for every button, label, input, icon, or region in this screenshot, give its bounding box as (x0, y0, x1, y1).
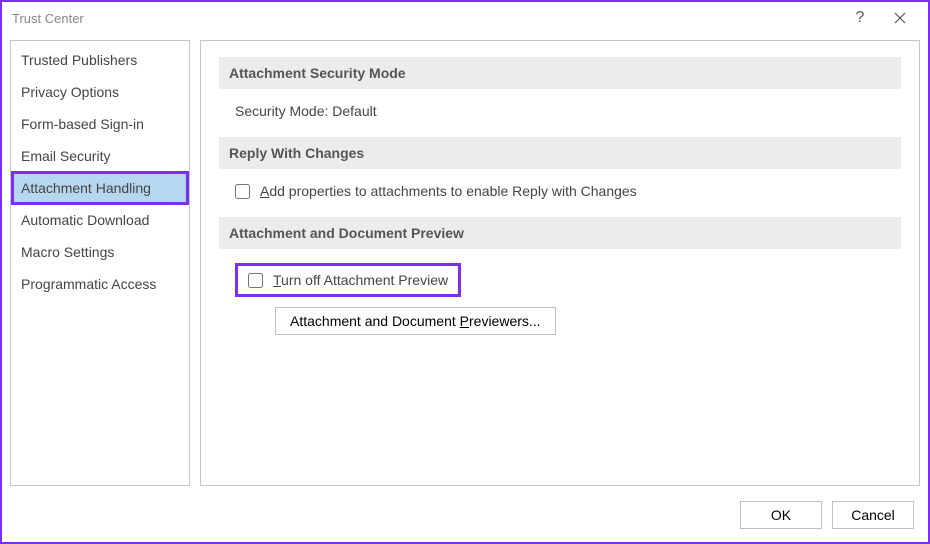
checkbox-add-properties-label: Add properties to attachments to enable … (260, 183, 637, 199)
sidebar-item-attachment-handling[interactable]: Attachment Handling (13, 173, 187, 203)
highlight-turn-off-preview: Turn off Attachment Preview (235, 263, 461, 297)
sidebar-item-label: Trusted Publishers (21, 52, 137, 68)
window-title: Trust Center (12, 11, 840, 26)
close-icon (894, 12, 906, 24)
previewers-button[interactable]: Attachment and Document Previewers... (275, 307, 556, 335)
cancel-button[interactable]: Cancel (832, 501, 914, 529)
section-header-attachment-preview: Attachment and Document Preview (219, 217, 901, 249)
sidebar-item-label: Automatic Download (21, 212, 149, 228)
checkbox-add-properties[interactable]: Add properties to attachments to enable … (235, 183, 901, 199)
close-button[interactable] (880, 4, 920, 32)
titlebar: Trust Center ? (2, 2, 928, 34)
sidebar-item-label: Programmatic Access (21, 276, 156, 292)
checkbox-turn-off-preview-label: Turn off Attachment Preview (273, 272, 448, 288)
sidebar-item-label: Macro Settings (21, 244, 114, 260)
sidebar-item-privacy-options[interactable]: Privacy Options (13, 77, 187, 107)
sidebar-item-label: Privacy Options (21, 84, 119, 100)
dialog-body: Trusted Publishers Privacy Options Form-… (2, 34, 928, 496)
sidebar-item-label: Attachment Handling (21, 180, 151, 196)
sidebar-item-trusted-publishers[interactable]: Trusted Publishers (13, 45, 187, 75)
trust-center-dialog: Trust Center ? Trusted Publishers Privac… (0, 0, 930, 544)
section-header-reply-with-changes: Reply With Changes (219, 137, 901, 169)
dialog-footer: OK Cancel (2, 496, 928, 542)
section-body-attachment-preview: Turn off Attachment Preview Attachment a… (219, 259, 901, 353)
sidebar-item-label: Form-based Sign-in (21, 116, 144, 132)
ok-button[interactable]: OK (740, 501, 822, 529)
sidebar-item-macro-settings[interactable]: Macro Settings (13, 237, 187, 267)
security-mode-value: Default (332, 103, 376, 119)
content-pane: Attachment Security Mode Security Mode: … (200, 40, 920, 486)
sidebar: Trusted Publishers Privacy Options Form-… (10, 40, 190, 486)
sidebar-item-form-based-sign-in[interactable]: Form-based Sign-in (13, 109, 187, 139)
checkbox-turn-off-preview-input[interactable] (248, 273, 263, 288)
section-body-attachment-security-mode: Security Mode: Default (219, 99, 901, 137)
sidebar-item-automatic-download[interactable]: Automatic Download (13, 205, 187, 235)
checkbox-turn-off-preview[interactable]: Turn off Attachment Preview (248, 272, 448, 288)
checkbox-add-properties-input[interactable] (235, 184, 250, 199)
section-header-attachment-security-mode: Attachment Security Mode (219, 57, 901, 89)
sidebar-item-label: Email Security (21, 148, 110, 164)
help-button[interactable]: ? (840, 4, 880, 32)
section-body-reply-with-changes: Add properties to attachments to enable … (219, 179, 901, 217)
sidebar-item-email-security[interactable]: Email Security (13, 141, 187, 171)
sidebar-item-programmatic-access[interactable]: Programmatic Access (13, 269, 187, 299)
security-mode-label: Security Mode: (235, 103, 328, 119)
